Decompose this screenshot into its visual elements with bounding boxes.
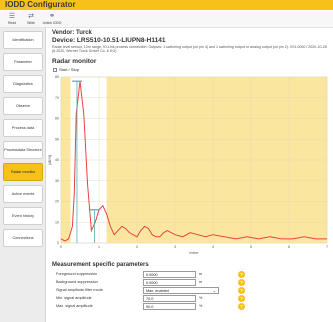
param-label: Signal amplitude filter mode bbox=[56, 288, 103, 292]
radar-chart: 0 1 2 3 4 5 6 701020304050607080meter[dB/%] bbox=[48, 75, 328, 255]
chevron-down-icon: ⌄ bbox=[212, 288, 216, 293]
radar-monitor-title: Radar monitor bbox=[52, 58, 97, 65]
device-name: Device: LRS510-10.51-LIUPN8-H1141 bbox=[52, 37, 166, 44]
param-label: Min. signal amplitude bbox=[56, 296, 92, 300]
x-tick-label: 5 bbox=[250, 245, 252, 249]
x-tick-label: 4 bbox=[212, 245, 214, 249]
param-row-foreground-suppression: Foreground suppression 0.0000 m ? bbox=[56, 271, 331, 279]
help-icon[interactable]: ? bbox=[238, 287, 245, 294]
x-tick-label: 2 bbox=[136, 245, 138, 249]
start-stop-label: Start / Stop bbox=[59, 67, 80, 72]
param-unit: m bbox=[199, 272, 203, 276]
x-axis-label: meter bbox=[189, 251, 199, 255]
x-tick-label: 3 bbox=[174, 245, 176, 249]
start-stop-checkbox[interactable] bbox=[53, 67, 57, 72]
y-tick-label: 80 bbox=[55, 75, 59, 79]
param-label: Max. signal amplitude bbox=[56, 304, 93, 308]
param-unit: % bbox=[199, 304, 203, 308]
sidebar-item-identification[interactable]: Identification bbox=[3, 31, 43, 49]
param-row-background-suppression: Background suppression 0.0000 m ? bbox=[56, 279, 331, 287]
param-label: Foreground suppression bbox=[56, 272, 98, 276]
help-icon[interactable]: ? bbox=[238, 295, 245, 302]
signal-filter-mode-select[interactable]: Max. enabled ⌄ bbox=[143, 287, 219, 294]
start-stop-toggle[interactable]: Start / Stop bbox=[53, 67, 79, 72]
device-description: Radar level sensor, 10m range, IO-Link p… bbox=[52, 45, 327, 54]
y-tick-label: 40 bbox=[55, 158, 59, 162]
app-titlebar: IODD Configurator bbox=[0, 0, 333, 10]
param-row-signal-filter-mode: Signal amplitude filter mode Max. enable… bbox=[56, 287, 331, 295]
background-suppression-input[interactable]: 0.0000 bbox=[143, 279, 196, 286]
help-icon[interactable]: ? bbox=[238, 271, 245, 278]
measurement-params-panel: Measurement specific parameters Foregrou… bbox=[52, 262, 332, 310]
sidebar-item-process-data[interactable]: Process data bbox=[3, 119, 43, 137]
window-title: IODD Configurator bbox=[5, 0, 76, 9]
x-tick-label: 1 bbox=[98, 245, 100, 249]
y-tick-label: 60 bbox=[55, 117, 59, 121]
select-value: Max. enabled bbox=[146, 289, 169, 293]
sidebar-nav: Identification Parameter Diagnostics Obs… bbox=[0, 28, 46, 322]
x-tick-label: 6 bbox=[288, 245, 290, 249]
sidebar-item-processdata-structure[interactable]: Processdata Structure bbox=[3, 141, 43, 159]
help-icon[interactable]: ? bbox=[238, 279, 245, 286]
y-tick-label: 0 bbox=[57, 241, 59, 245]
max-signal-amplitude-input[interactable]: 90.0 bbox=[143, 303, 196, 310]
x-tick-label: 0 bbox=[60, 245, 62, 249]
unlink-iodd-button[interactable]: ⚭ Unlink IODD bbox=[38, 12, 66, 27]
sidebar-item-observe[interactable]: Observe bbox=[3, 97, 43, 115]
help-icon[interactable]: ? bbox=[238, 303, 245, 310]
param-label: Background suppression bbox=[56, 280, 98, 284]
y-tick-label: 20 bbox=[55, 200, 59, 204]
min-signal-amplitude-input[interactable]: 70.0 bbox=[143, 295, 196, 302]
sidebar-item-diagnostics[interactable]: Diagnostics bbox=[3, 75, 43, 93]
link-icon: ⚭ bbox=[49, 13, 55, 20]
x-tick-label: 7 bbox=[326, 245, 328, 249]
foreground-suppression-input[interactable]: 0.0000 bbox=[143, 271, 196, 278]
sidebar-item-event-history[interactable]: Event history bbox=[3, 207, 43, 225]
vendor-label: Vendor: Turck bbox=[52, 30, 92, 36]
param-unit: % bbox=[199, 296, 203, 300]
sidebar-item-connections[interactable]: Connections bbox=[3, 229, 43, 247]
y-tick-label: 50 bbox=[55, 137, 59, 141]
sidebar-item-radar-monitor[interactable]: Radar monitor bbox=[3, 163, 43, 181]
sidebar-item-active-events[interactable]: Active events bbox=[3, 185, 43, 203]
param-row-min-signal-amplitude: Min. signal amplitude 70.0 % ? bbox=[56, 295, 331, 303]
param-row-max-signal-amplitude: Max. signal amplitude 90.0 % ? bbox=[56, 303, 331, 311]
y-tick-label: 70 bbox=[55, 96, 59, 100]
main-content: Vendor: Turck Device: LRS510-10.51-LIUPN… bbox=[47, 28, 333, 322]
param-unit: m bbox=[199, 280, 203, 284]
y-tick-label: 10 bbox=[55, 220, 59, 224]
sidebar-item-parameter[interactable]: Parameter bbox=[3, 53, 43, 71]
params-title: Measurement specific parameters bbox=[52, 262, 149, 268]
y-tick-label: 30 bbox=[55, 179, 59, 183]
toolbar: ☰ Read ⇄ Write ⚭ Unlink IODD bbox=[0, 11, 333, 28]
y-axis-label: [dB/%] bbox=[48, 155, 52, 166]
